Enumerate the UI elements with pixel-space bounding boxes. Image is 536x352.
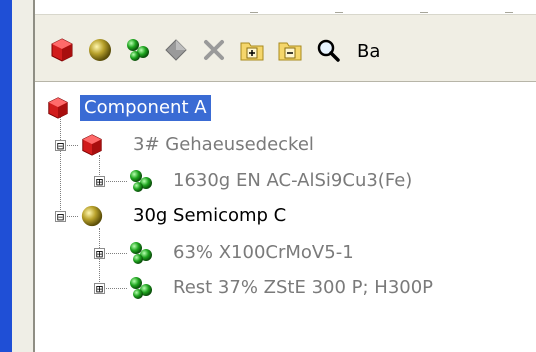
component-tree: Component A ⊟ 3# Gehaeusedeckel ⊞ 1630g … bbox=[35, 82, 536, 352]
delete-button[interactable] bbox=[199, 35, 229, 65]
collapse-toggle[interactable]: ⊟ bbox=[55, 140, 66, 152]
search-button[interactable] bbox=[313, 35, 343, 65]
expand-toggle[interactable]: ⊞ bbox=[94, 176, 105, 188]
add-component-button[interactable] bbox=[47, 35, 77, 65]
collapse-all-button[interactable] bbox=[275, 35, 305, 65]
add-material-button[interactable] bbox=[123, 35, 153, 65]
divider-tick bbox=[505, 12, 513, 13]
divider-tick bbox=[335, 12, 343, 13]
collapse-folder-icon bbox=[278, 42, 302, 61]
green-spheres-icon bbox=[128, 275, 154, 301]
collapse-toggle[interactable]: ⊟ bbox=[55, 211, 66, 223]
expand-toggle[interactable]: ⊞ bbox=[94, 283, 105, 295]
tree-node-label[interactable]: Rest 37% ZStE 300 P; H300P bbox=[169, 275, 437, 301]
gold-sphere-icon bbox=[79, 203, 105, 229]
add-part-button[interactable] bbox=[161, 35, 191, 65]
tree-node-label[interactable]: 63% X100CrMoV5-1 bbox=[169, 240, 358, 266]
tree-node-label[interactable]: 3# Gehaeusedeckel bbox=[129, 132, 318, 158]
red-cube-icon bbox=[51, 38, 73, 62]
tree-node-label[interactable]: 1630g EN AC-AlSi9Cu3(Fe) bbox=[169, 168, 416, 194]
delete-x-icon bbox=[204, 40, 224, 60]
toolbar-cut-label[interactable]: Ba bbox=[357, 41, 380, 62]
green-spheres-icon bbox=[127, 39, 149, 61]
expand-toggle[interactable]: ⊞ bbox=[94, 248, 105, 260]
pane-frame bbox=[12, 0, 35, 352]
divider-tick bbox=[420, 12, 428, 13]
tree-connector bbox=[60, 108, 61, 220]
expand-all-button[interactable] bbox=[237, 35, 267, 65]
gold-sphere-icon bbox=[89, 39, 111, 61]
top-strip bbox=[35, 0, 536, 15]
tree-node-root[interactable]: Component A bbox=[80, 95, 211, 121]
gray-diamond-icon bbox=[165, 39, 187, 61]
tree-node-label[interactable]: 30g Semicomp C bbox=[129, 203, 290, 229]
toolbar: Ba bbox=[35, 15, 536, 82]
red-cube-icon bbox=[45, 95, 71, 121]
red-cube-icon bbox=[79, 132, 105, 158]
add-semicomponent-button[interactable] bbox=[85, 35, 115, 65]
search-icon bbox=[317, 39, 340, 62]
green-spheres-icon bbox=[128, 168, 154, 194]
divider-tick bbox=[250, 12, 258, 13]
expand-folder-icon bbox=[240, 42, 264, 61]
green-spheres-icon bbox=[128, 240, 154, 266]
